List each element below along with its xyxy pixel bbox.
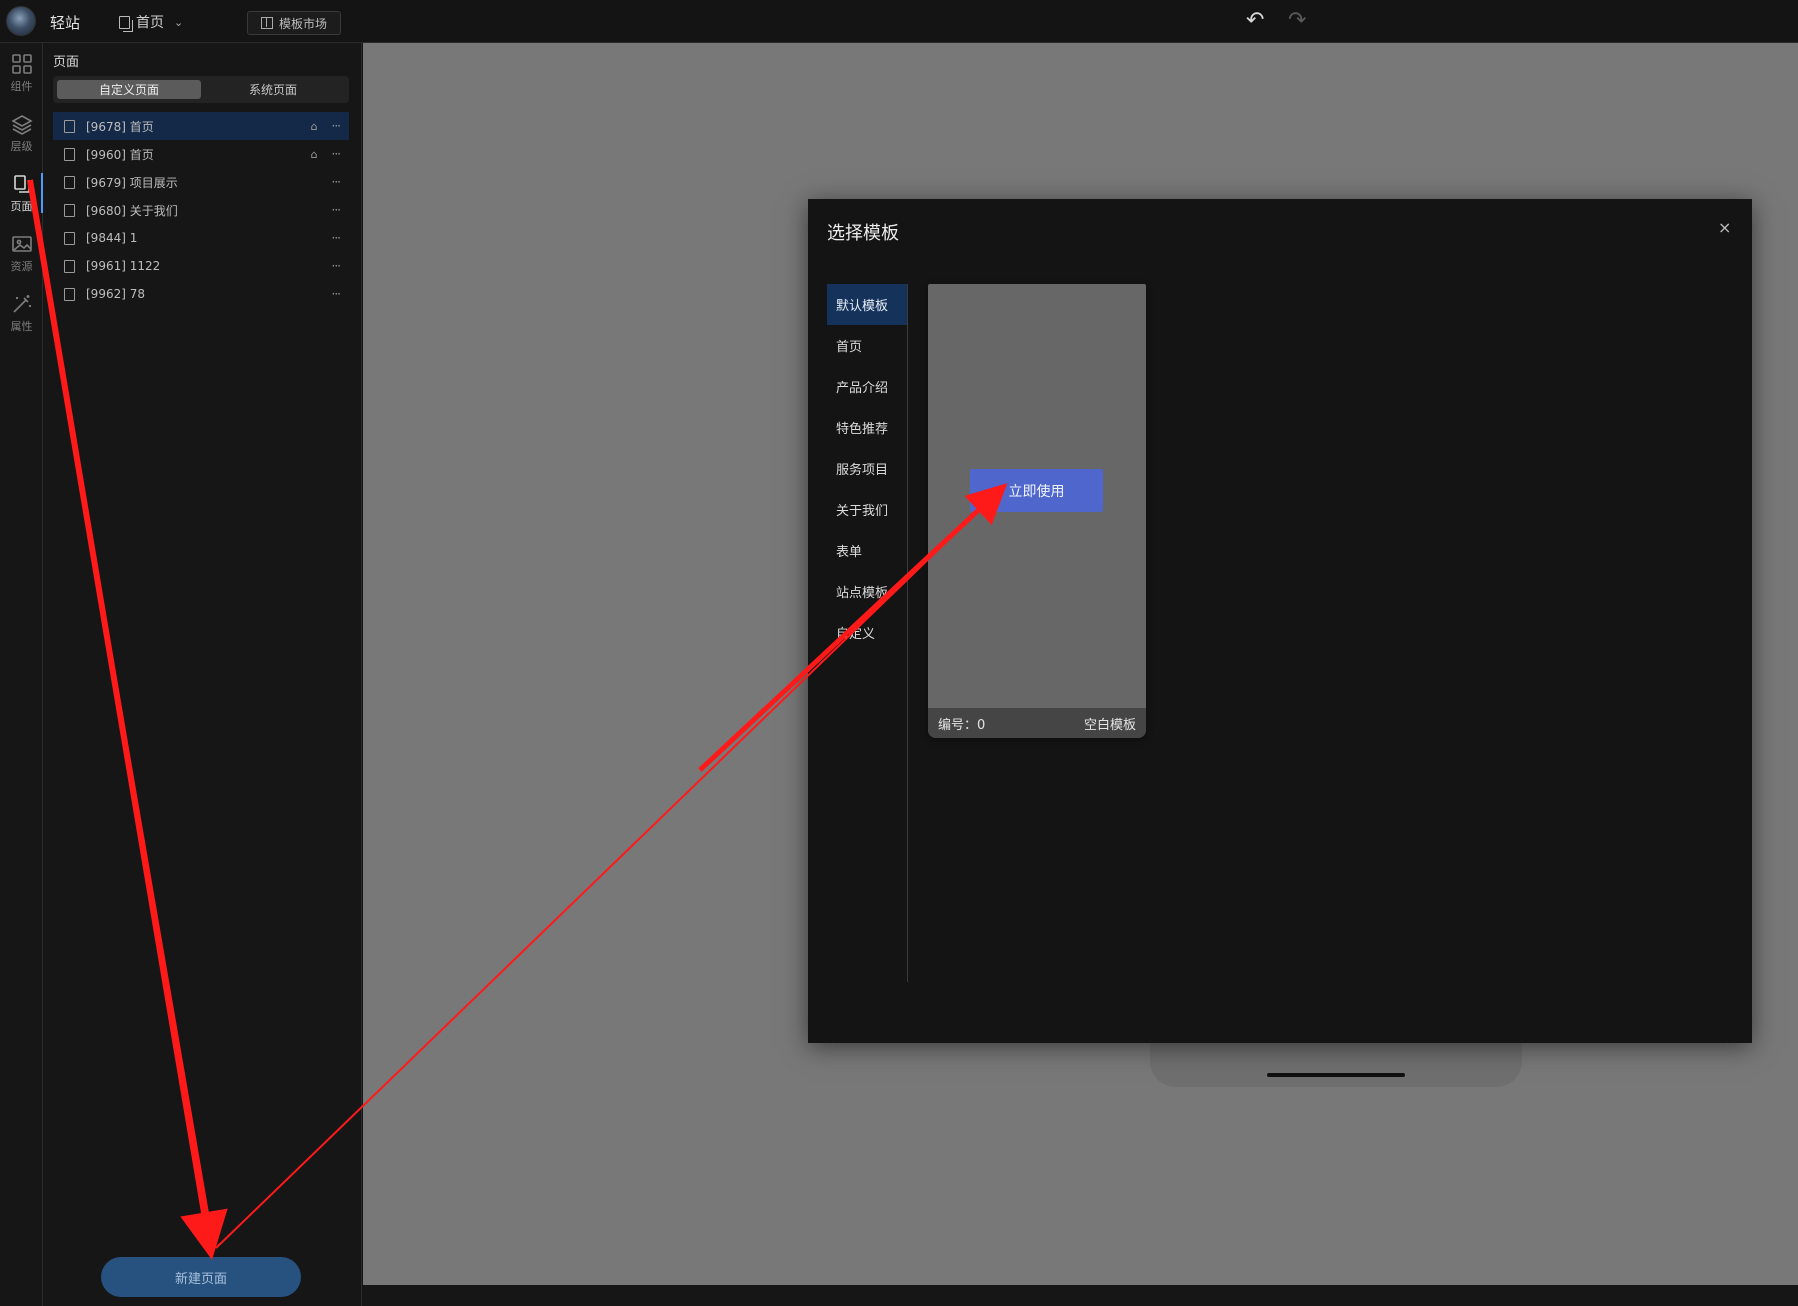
- more-icon[interactable]: ···: [332, 119, 342, 133]
- image-icon: [11, 233, 33, 255]
- rail-item-resources[interactable]: 资源: [0, 227, 43, 281]
- current-page-label: 首页: [136, 15, 164, 31]
- rail-label: 页面: [10, 200, 33, 213]
- page-icon: [11, 173, 33, 195]
- rail-item-components[interactable]: 组件: [0, 47, 43, 101]
- page-icon: [119, 15, 133, 32]
- template-market-button[interactable]: 模板市场: [247, 11, 341, 35]
- page-row[interactable]: [9680] 关于我们 ···: [53, 196, 349, 224]
- page-panel: 页面 自定义页面 系统页面 [9678] 首页 ⌂ ··· [9960] 首页 …: [44, 43, 362, 1306]
- page-switcher[interactable]: 首页 ⌄: [119, 12, 183, 32]
- page-name: [9844] 1: [86, 231, 138, 245]
- category-item[interactable]: 表单: [827, 530, 907, 571]
- more-icon[interactable]: ···: [332, 147, 342, 161]
- redo-icon[interactable]: ↷: [1288, 8, 1306, 33]
- close-icon[interactable]: ×: [1718, 218, 1731, 237]
- rail-label: 资源: [10, 260, 33, 273]
- app-title: 轻站: [50, 14, 81, 32]
- magic-wand-icon: [11, 293, 33, 315]
- page-row[interactable]: [9844] 1 ···: [53, 224, 349, 252]
- document-icon: [64, 147, 75, 161]
- undo-icon[interactable]: ↶: [1246, 8, 1264, 33]
- page-type-tabs: 自定义页面 系统页面: [53, 76, 349, 103]
- page-name: [9678] 首页: [86, 119, 154, 134]
- tab-system-pages[interactable]: 系统页面: [201, 80, 345, 99]
- category-item[interactable]: 首页: [827, 325, 907, 366]
- rail-item-properties[interactable]: 属性: [0, 287, 43, 341]
- page-name: [9680] 关于我们: [86, 203, 178, 218]
- rail-label: 组件: [10, 80, 33, 93]
- rail-label: 层级: [10, 140, 33, 153]
- phone-home-indicator: [1267, 1073, 1405, 1077]
- page-name: [9961] 1122: [86, 259, 161, 273]
- chevron-down-icon: ⌄: [174, 15, 184, 29]
- more-icon[interactable]: ···: [332, 259, 342, 273]
- left-rail: 组件 层级 页面 资源 属性: [0, 43, 43, 1306]
- template-category-list: 默认模板 首页 产品介绍 特色推荐 服务项目 关于我们 表单 站点模板 自定义: [827, 284, 908, 982]
- template-card[interactable]: 立即使用 编号：0 空白模板: [928, 284, 1146, 738]
- page-list: [9678] 首页 ⌂ ··· [9960] 首页 ⌂ ··· [9679] 项…: [53, 112, 349, 308]
- category-item[interactable]: 特色推荐: [827, 407, 907, 448]
- page-row[interactable]: [9679] 项目展示 ···: [53, 168, 349, 196]
- more-icon[interactable]: ···: [332, 287, 342, 301]
- page-row[interactable]: [9678] 首页 ⌂ ···: [53, 112, 349, 140]
- category-item[interactable]: 关于我们: [827, 489, 907, 530]
- category-item[interactable]: 默认模板: [827, 284, 907, 325]
- template-name: 空白模板: [1083, 717, 1136, 733]
- document-icon: [64, 119, 75, 133]
- page-name: [9960] 首页: [86, 147, 154, 162]
- use-now-button[interactable]: 立即使用: [970, 469, 1103, 512]
- layers-icon: [10, 113, 33, 135]
- home-icon: ⌂: [310, 119, 318, 133]
- document-icon: [64, 203, 75, 217]
- active-rail-indicator: [41, 173, 43, 213]
- rail-item-pages[interactable]: 页面: [0, 167, 43, 221]
- page-row[interactable]: [9960] 首页 ⌂ ···: [53, 140, 349, 168]
- rail-label: 属性: [10, 320, 33, 333]
- document-icon: [64, 175, 75, 189]
- dialog-title: 选择模板: [827, 223, 899, 244]
- bottom-strip: [363, 1285, 1798, 1306]
- page-row[interactable]: [9962] 78 ···: [53, 280, 349, 308]
- template-market-label: 模板市场: [278, 16, 327, 31]
- grid-icon: [11, 53, 33, 75]
- panel-title: 页面: [53, 55, 80, 70]
- category-item[interactable]: 服务项目: [827, 448, 907, 489]
- document-icon: [64, 231, 75, 245]
- more-icon[interactable]: ···: [332, 203, 342, 217]
- template-number: 编号：0: [938, 717, 986, 733]
- document-icon: [64, 287, 75, 301]
- select-template-dialog: 选择模板 × 默认模板 首页 产品介绍 特色推荐 服务项目 关于我们 表单 站点…: [808, 199, 1752, 1043]
- template-card-footer: 编号：0 空白模板: [928, 708, 1146, 738]
- new-page-button[interactable]: 新建页面: [101, 1257, 301, 1297]
- page-name: [9962] 78: [86, 287, 146, 301]
- top-bar: 轻站 首页 ⌄ 模板市场 ↶ ↷: [0, 0, 1798, 43]
- page-name: [9679] 项目展示: [86, 175, 178, 190]
- category-item[interactable]: 自定义: [827, 612, 907, 653]
- category-item[interactable]: 产品介绍: [827, 366, 907, 407]
- more-icon[interactable]: ···: [332, 231, 342, 245]
- tab-custom-pages[interactable]: 自定义页面: [57, 80, 201, 99]
- document-icon: [64, 259, 75, 273]
- page-row[interactable]: [9961] 1122 ···: [53, 252, 349, 280]
- app-logo[interactable]: [6, 6, 36, 36]
- more-icon[interactable]: ···: [332, 175, 342, 189]
- home-icon: ⌂: [310, 147, 318, 161]
- category-item[interactable]: 站点模板: [827, 571, 907, 612]
- layout-icon: [260, 17, 273, 29]
- rail-item-layers[interactable]: 层级: [0, 107, 43, 161]
